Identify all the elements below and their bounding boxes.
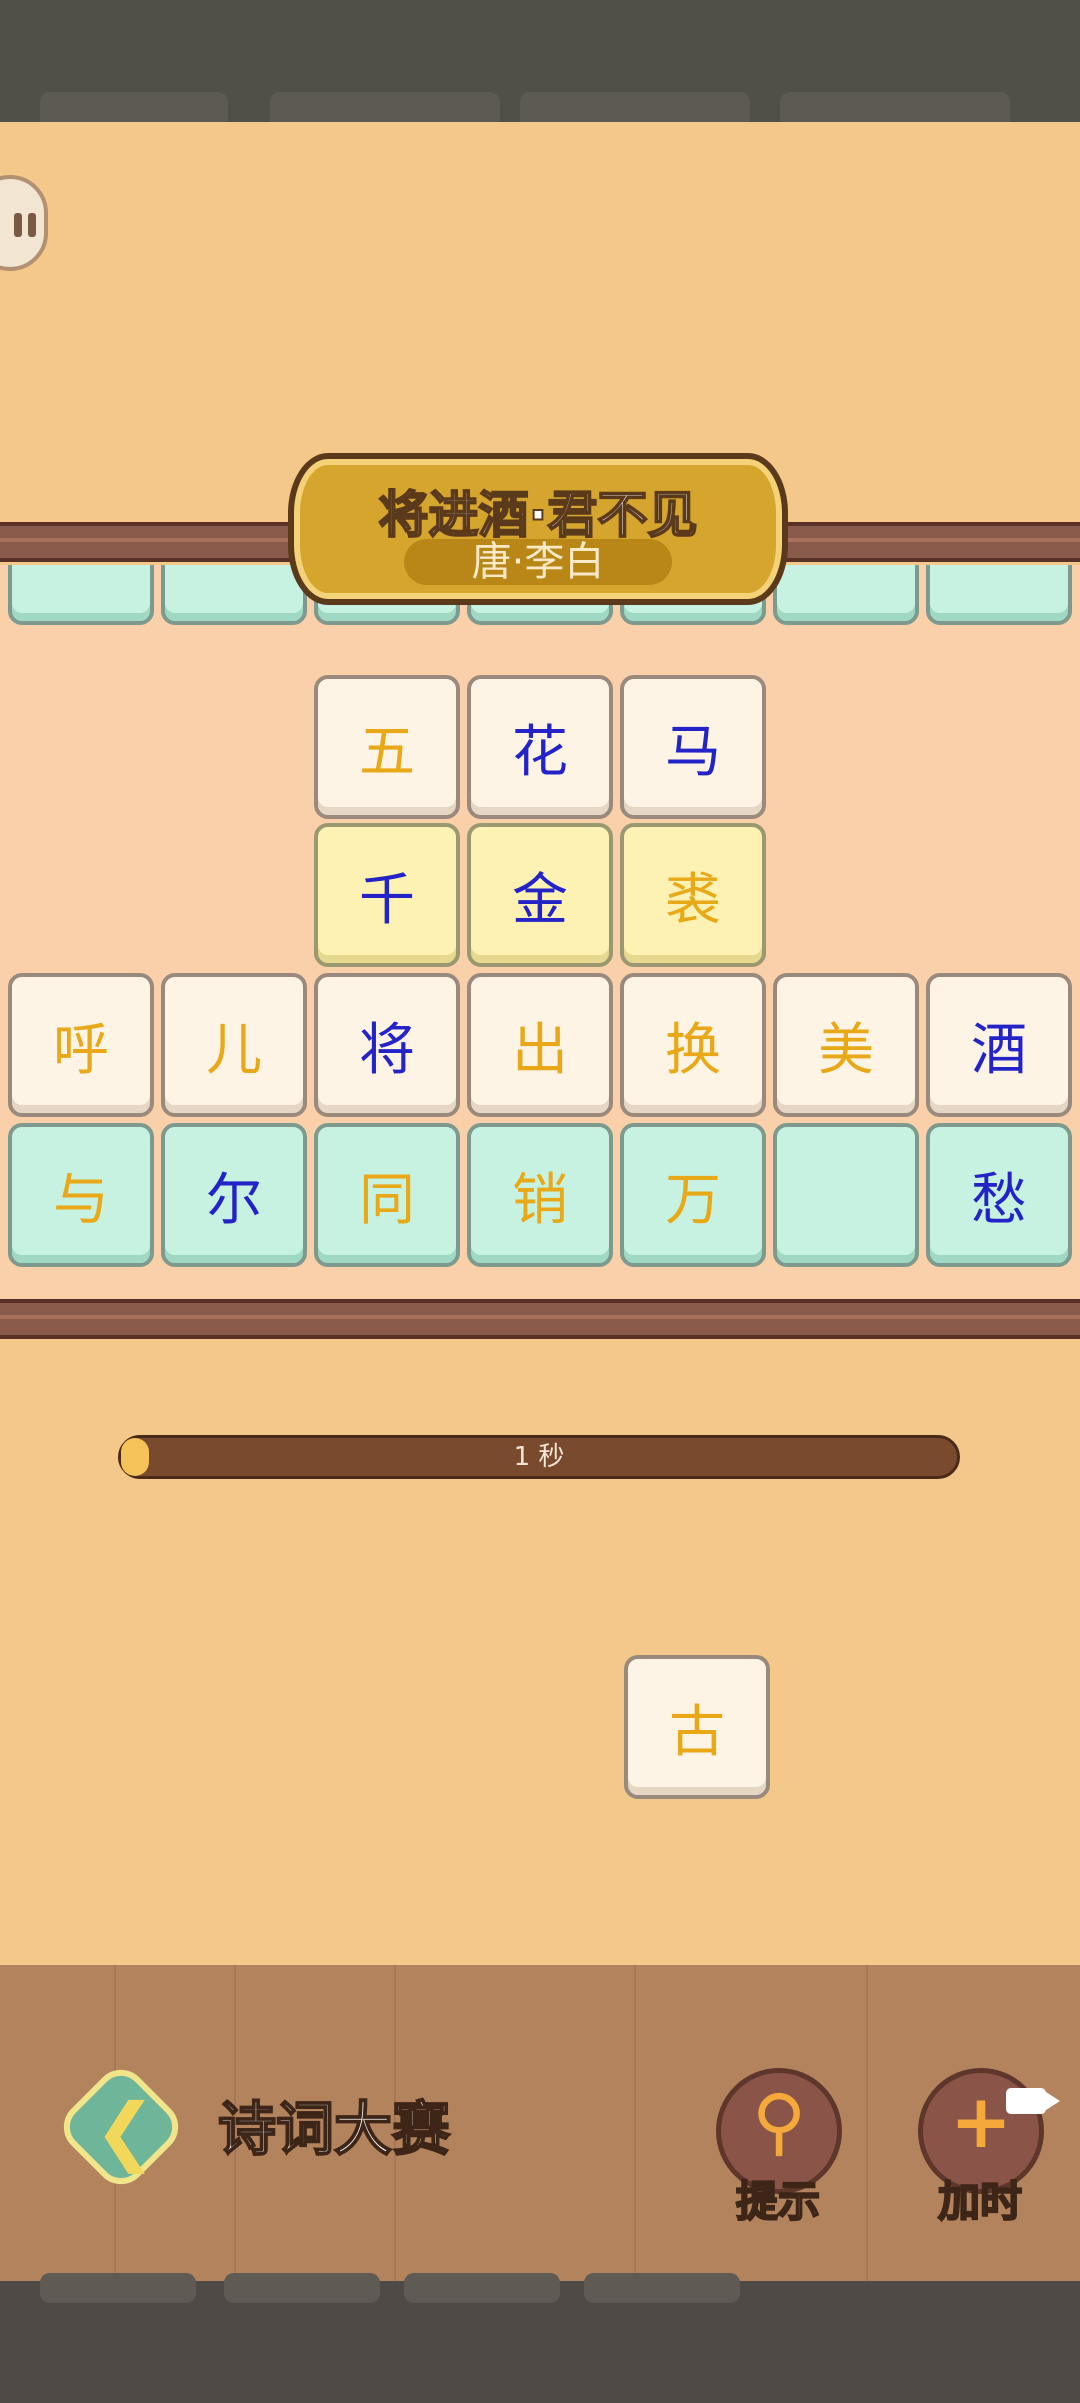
floating-tile[interactable]: 古 — [624, 1655, 770, 1799]
background-slot — [224, 2273, 380, 2303]
tile-美[interactable]: 美 — [773, 973, 919, 1117]
bar-stripe — [634, 1965, 636, 2281]
footer-strip — [0, 2273, 1080, 2403]
pause-icon — [14, 213, 22, 237]
timer-bar: 1 秒 — [118, 1435, 960, 1479]
hint-label: 提示 — [735, 2176, 821, 2227]
poem-author: 唐·李白 — [404, 539, 672, 585]
magnifier-icon: ⚲ — [751, 2079, 807, 2165]
tile-愁[interactable]: 愁 — [926, 1123, 1072, 1267]
background-slot — [40, 2273, 196, 2303]
tile-销[interactable]: 销 — [467, 1123, 613, 1267]
back-button[interactable]: ❮ — [53, 2059, 189, 2195]
tile-出[interactable]: 出 — [467, 973, 613, 1117]
timer-label: 1 秒 — [513, 1442, 565, 1472]
video-icon — [1006, 2088, 1046, 2114]
floating-tile-wrap[interactable]: 古 — [624, 1655, 770, 1799]
tile-partial — [8, 565, 154, 625]
tile-千[interactable]: 千 — [314, 823, 460, 967]
tile-board: 五花马千金裘呼儿将出换美酒与尔同销万 愁 — [0, 565, 1080, 1300]
tile-马[interactable]: 马 — [620, 675, 766, 819]
tile-裘[interactable]: 裘 — [620, 823, 766, 967]
background-slot — [584, 2273, 740, 2303]
tile-partial — [773, 565, 919, 625]
tile-呼[interactable]: 呼 — [8, 973, 154, 1117]
add-time-label: 加时 — [937, 2176, 1023, 2227]
game-title: 诗词大赛 — [217, 2094, 451, 2164]
tile-儿[interactable]: 儿 — [161, 973, 307, 1117]
tile-将[interactable]: 将 — [314, 973, 460, 1117]
tile-金[interactable]: 金 — [467, 823, 613, 967]
background-slot — [404, 2273, 560, 2303]
top-status-strip — [0, 0, 1080, 132]
tile-与[interactable]: 与 — [8, 1123, 154, 1267]
tile-换[interactable]: 换 — [620, 973, 766, 1117]
bar-stripe — [866, 1965, 868, 2281]
poem-title-banner: 将进酒·君不见 唐·李白 — [288, 453, 788, 605]
pause-icon-bar — [28, 213, 36, 237]
bottom-rail — [0, 1299, 1080, 1339]
tile-partial — [161, 565, 307, 625]
tile-花[interactable]: 花 — [467, 675, 613, 819]
tile-同[interactable]: 同 — [314, 1123, 460, 1267]
poem-title: 将进酒·君不见 — [378, 485, 699, 545]
back-arrow-icon: ❮ — [94, 2088, 157, 2174]
tile-尔[interactable]: 尔 — [161, 1123, 307, 1267]
tile-partial — [926, 565, 1072, 625]
tile-五[interactable]: 五 — [314, 675, 460, 819]
tile-empty[interactable] — [773, 1123, 919, 1267]
tile-万[interactable]: 万 — [620, 1123, 766, 1267]
tile-酒[interactable]: 酒 — [926, 973, 1072, 1117]
